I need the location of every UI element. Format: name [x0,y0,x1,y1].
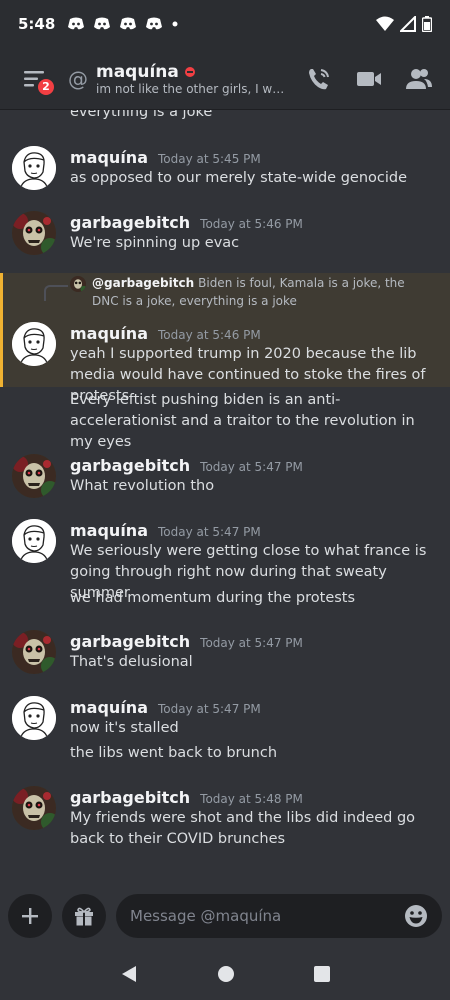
message-timestamp: Today at 5:46 PM [200,217,303,231]
message-author[interactable]: garbagebitch [70,788,190,807]
message-timestamp: Today at 5:47 PM [157,525,261,539]
message-content: Every leftist pushing biden is an anti-a… [70,392,415,450]
message-timestamp: Today at 5:48 PM [200,792,303,806]
reply-avatar [70,276,86,292]
message-author[interactable]: garbagebitch [70,456,190,475]
message-input-wrapper [116,894,442,938]
emoji-icon[interactable] [404,904,428,928]
header-actions [306,66,432,92]
message-timestamp: Today at 5:46 PM [157,328,261,342]
avatar[interactable] [12,696,56,740]
avatar[interactable] [12,630,56,674]
video-call-icon[interactable] [356,69,382,89]
message-timestamp: Today at 5:47 PM [200,636,303,650]
garbagebitch-avatar-small-image [70,276,86,292]
plus-icon [22,908,38,924]
message-input[interactable] [130,907,404,925]
system-status-icons [376,16,432,32]
status-bar: 5:48 [0,0,450,48]
dm-title: maquína [96,61,179,82]
message-composer [0,885,450,947]
message-timestamp: Today at 5:47 PM [157,702,261,716]
message-author[interactable]: maquína [70,148,148,167]
recents-icon[interactable] [314,965,331,982]
voice-call-icon[interactable] [306,66,332,92]
discord-notification-icon [94,17,111,30]
message-content: the libs went back to brunch [70,745,278,761]
maquina-avatar-image [12,696,56,740]
channel-header: 2 @ maquína im not like the other girls,… [0,48,450,110]
battery-icon [422,16,432,32]
discord-notification-icon [68,17,85,30]
message-author[interactable]: garbagebitch [70,632,190,651]
discord-notification-icon [146,17,163,30]
garbagebitch-avatar-image [12,630,56,674]
attach-button[interactable] [8,894,52,938]
system-nav-bar [0,947,450,1000]
reply-connector [44,285,68,301]
back-icon[interactable] [120,965,138,983]
message-content: now it's stalled [70,720,179,736]
message-list[interactable]: everything is a joke maquína Today at 5:… [0,110,450,885]
gift-button[interactable] [62,894,106,938]
maquina-avatar-image [12,519,56,563]
maquina-avatar-image [12,146,56,190]
avatar[interactable] [12,322,56,366]
member-list-icon[interactable] [406,68,432,90]
message-author[interactable]: garbagebitch [70,213,190,232]
avatar[interactable] [12,519,56,563]
message-content: as opposed to our merely state-wide geno… [70,170,408,186]
home-icon[interactable] [217,965,235,983]
message-timestamp: Today at 5:47 PM [200,460,303,474]
signal-icon [400,16,416,32]
maquina-avatar-image [12,322,56,366]
custom-status: im not like the other girls, I we... [96,81,286,96]
menu-button[interactable]: 2 [14,57,58,101]
message-content: We're spinning up evac [70,235,240,251]
garbagebitch-avatar-image [12,211,56,255]
reply-preview[interactable]: @garbagebitch Biden is foul, Kamala is a … [92,274,432,310]
avatar[interactable] [12,786,56,830]
message-timestamp: Today at 5:45 PM [157,152,261,166]
notification-icons [67,17,179,31]
status-time: 5:48 [18,15,56,33]
message-author[interactable]: maquína [70,698,148,717]
avatar[interactable] [12,211,56,255]
message-content: What revolution tho [70,478,215,494]
dm-title-block[interactable]: maquína im not like the other girls, I w… [96,62,286,96]
message-author[interactable]: maquína [70,521,148,540]
discord-notification-icon [120,17,137,30]
garbagebitch-avatar-image [12,786,56,830]
message-content: we had momentum during the protests [70,590,356,606]
garbagebitch-avatar-image [12,454,56,498]
message-content: That's delusional [70,654,193,670]
more-notifications-dot-icon [172,21,178,27]
gift-icon [75,907,93,926]
at-icon: @ [68,66,88,91]
avatar[interactable] [12,146,56,190]
wifi-icon [376,16,394,31]
message-author[interactable]: maquína [70,324,148,343]
reply-author[interactable]: @garbagebitch [92,276,194,290]
unread-badge: 2 [36,76,56,97]
message-content: everything is a joke [70,110,213,120]
message-content: My friends were shot and the libs did in… [70,810,416,847]
avatar[interactable] [12,454,56,498]
dnd-status-icon [184,66,195,77]
